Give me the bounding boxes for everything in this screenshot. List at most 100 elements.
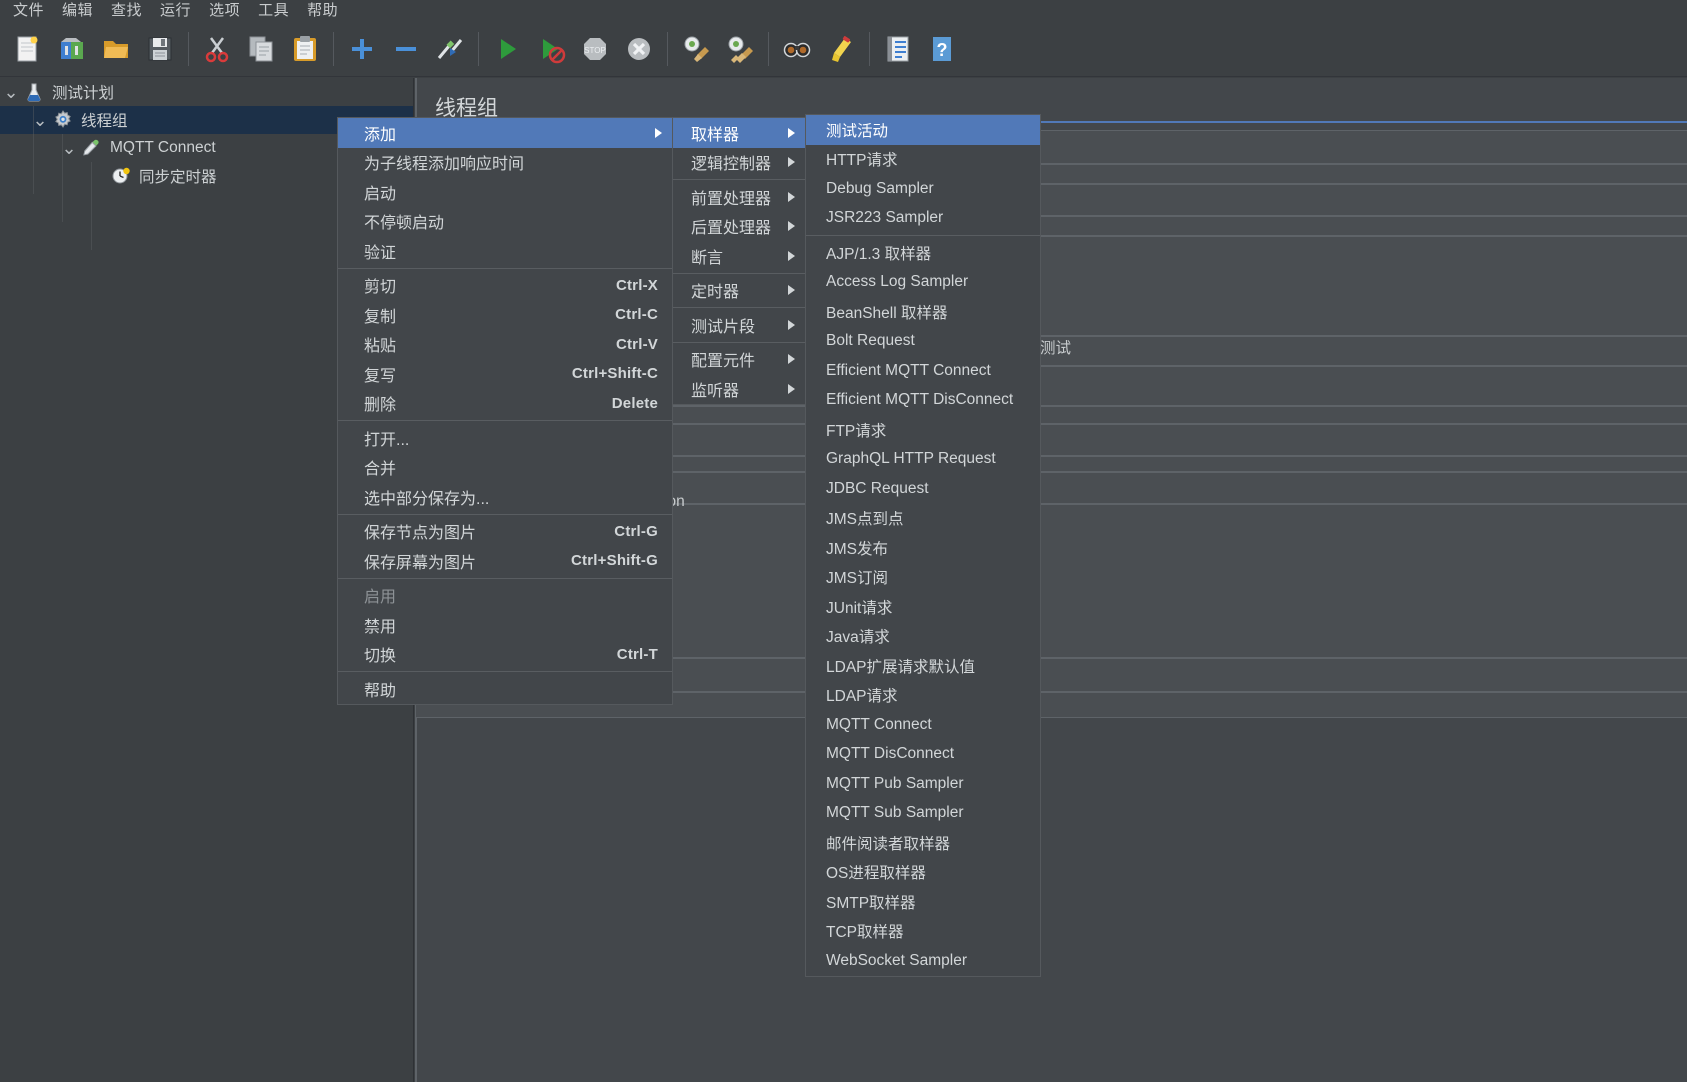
menu-item-label: 不停顿启动 [364, 215, 445, 233]
menu-item-post-processor[interactable]: 后置处理器 [673, 212, 805, 242]
search-icon[interactable] [775, 27, 819, 71]
menu-item-efficient-mqtt-disconnect[interactable]: Efficient MQTT DisConnect [806, 386, 1040, 416]
menubar-item-run[interactable]: 运行 [151, 0, 200, 22]
templates-icon[interactable] [50, 27, 94, 71]
menu-item-start[interactable]: 启动 [338, 177, 672, 207]
menu-item-label: HTTP请求 [826, 152, 898, 170]
menu-item-mqtt-sub-sampler[interactable]: MQTT Sub Sampler [806, 799, 1040, 829]
tree-context-menu[interactable]: 添加为子线程添加响应时间启动不停顿启动验证剪切 Ctrl-X 复制 Ctrl-C 粘贴 C… [337, 117, 673, 705]
menu-item-ldap-ext-request-defaults[interactable]: LDAP扩展请求默认值 [806, 651, 1040, 681]
menu-item-start-no-pauses[interactable]: 不停顿启动 [338, 207, 672, 237]
menu-item-enable[interactable]: 启用 [338, 581, 672, 611]
add-submenu[interactable]: 取样器逻辑控制器前置处理器 后置处理器断言定时器测试片段配置元件 监听器 [672, 117, 806, 405]
menu-item-debug-sampler[interactable]: Debug Sampler [806, 174, 1040, 204]
menu-item-jms-publisher[interactable]: JMS发布 [806, 533, 1040, 563]
chevron-down-icon[interactable]: ⌄ [0, 83, 22, 101]
menu-item-toggle[interactable]: 切换 Ctrl-T [338, 640, 672, 670]
menu-item-add-think-times[interactable]: 为子线程添加响应时间 [338, 148, 672, 178]
toolbar-separator [188, 32, 189, 66]
menu-item-paste[interactable]: 粘贴 Ctrl-V [338, 330, 672, 360]
svg-text:STOP: STOP [584, 46, 606, 55]
menu-item-http-request[interactable]: HTTP请求 [806, 145, 1040, 175]
expand-all-icon[interactable] [340, 27, 384, 71]
menu-item-test-action[interactable]: 测试活动 [806, 115, 1040, 145]
menu-item-mqtt-connect[interactable]: MQTT Connect [806, 710, 1040, 740]
menu-item-merge[interactable]: 合并 [338, 453, 672, 483]
menu-item-remove[interactable]: 删除 Delete [338, 389, 672, 419]
menu-item-assertion[interactable]: 断言 [673, 241, 805, 271]
menu-item-websocket-sampler[interactable]: WebSocket Sampler [806, 946, 1040, 976]
function-helper-icon[interactable] [876, 27, 920, 71]
menu-item-label: 断言 [691, 249, 724, 267]
toggle-icon[interactable] [428, 27, 472, 71]
menu-item-java-request[interactable]: Java请求 [806, 622, 1040, 652]
menu-item-tcp-sampler[interactable]: TCP取样器 [806, 917, 1040, 947]
cut-icon[interactable] [195, 27, 239, 71]
open-icon[interactable] [94, 27, 138, 71]
menu-item-logic-controller[interactable]: 逻辑控制器 [673, 148, 805, 178]
menu-item-pre-processor[interactable]: 前置处理器 [673, 182, 805, 212]
collapse-all-icon[interactable] [384, 27, 428, 71]
menubar-item-help[interactable]: 帮助 [298, 0, 347, 22]
menu-item-os-process-sampler[interactable]: OS进程取样器 [806, 858, 1040, 888]
menu-item-ldap-request[interactable]: LDAP请求 [806, 681, 1040, 711]
menu-item-label: Debug Sampler [826, 179, 934, 197]
menubar-item-search[interactable]: 查找 [102, 0, 151, 22]
menu-item-label: Efficient MQTT Connect [826, 361, 991, 379]
menu-item-save-selection-as[interactable]: 选中部分保存为... [338, 482, 672, 512]
menu-item-open[interactable]: 打开... [338, 423, 672, 453]
tree-node-test-plan[interactable]: ⌄ 测试计划 [0, 78, 413, 106]
new-icon[interactable] [6, 27, 50, 71]
menu-item-listener[interactable]: 监听器 [673, 374, 805, 404]
stop-icon[interactable]: STOP [573, 27, 617, 71]
clear-icon[interactable] [674, 27, 718, 71]
menubar-item-tools[interactable]: 工具 [249, 0, 298, 22]
clear-all-icon[interactable] [718, 27, 762, 71]
menubar-item-edit[interactable]: 编辑 [53, 0, 102, 22]
menu-item-help[interactable]: 帮助 [338, 674, 672, 704]
menu-item-jdbc-request[interactable]: JDBC Request [806, 474, 1040, 504]
menu-item-access-log-sampler[interactable]: Access Log Sampler [806, 268, 1040, 298]
menu-item-mqtt-disconnect[interactable]: MQTT DisConnect [806, 740, 1040, 770]
menu-item-ajp-sampler[interactable]: AJP/1.3 取样器 [806, 238, 1040, 268]
menu-item-test-fragment[interactable]: 测试片段 [673, 310, 805, 340]
menu-item-save-screen-as-image[interactable]: 保存屏幕为图片 Ctrl+Shift-G [338, 546, 672, 576]
shutdown-icon[interactable] [617, 27, 661, 71]
menu-item-label: 帮助 [364, 682, 397, 700]
menu-item-jms-subscriber[interactable]: JMS订阅 [806, 563, 1040, 593]
menu-item-ftp-request[interactable]: FTP请求 [806, 415, 1040, 445]
menu-item-config-element[interactable]: 配置元件 [673, 345, 805, 375]
menu-item-mqtt-pub-sampler[interactable]: MQTT Pub Sampler [806, 769, 1040, 799]
copy-icon[interactable] [239, 27, 283, 71]
menu-item-bolt-request[interactable]: Bolt Request [806, 327, 1040, 357]
menu-item-save-node-as-image[interactable]: 保存节点为图片 Ctrl-G [338, 517, 672, 547]
start-icon[interactable] [485, 27, 529, 71]
menu-item-cut[interactable]: 剪切 Ctrl-X [338, 271, 672, 301]
menu-item-shortcut: Ctrl-X [615, 276, 658, 294]
menu-item-smtp-sampler[interactable]: SMTP取样器 [806, 887, 1040, 917]
help-icon[interactable]: ? [920, 27, 964, 71]
menu-item-label: 取样器 [691, 126, 740, 144]
menu-item-junit-request[interactable]: JUnit请求 [806, 592, 1040, 622]
menu-item-efficient-mqtt-connect[interactable]: Efficient MQTT Connect [806, 356, 1040, 386]
sampler-submenu[interactable]: 测试活动 HTTP请求 Debug Sampler JSR223 Sampler AJP… [805, 114, 1041, 977]
menu-item-add[interactable]: 添加 [338, 118, 672, 148]
menubar-item-file[interactable]: 文件 [4, 0, 53, 22]
paste-icon[interactable] [283, 27, 327, 71]
save-icon[interactable] [138, 27, 182, 71]
menu-item-mail-reader-sampler[interactable]: 邮件阅读者取样器 [806, 828, 1040, 858]
reset-search-icon[interactable] [819, 27, 863, 71]
menu-item-sampler[interactable]: 取样器 [673, 118, 805, 148]
menu-item-jsr223-sampler[interactable]: JSR223 Sampler [806, 204, 1040, 234]
menu-item-validate[interactable]: 验证 [338, 236, 672, 266]
menu-item-copy[interactable]: 复制 Ctrl-C [338, 300, 672, 330]
menu-item-label: 为子线程添加响应时间 [364, 156, 525, 174]
menu-item-disable[interactable]: 禁用 [338, 610, 672, 640]
menubar-item-options[interactable]: 选项 [200, 0, 249, 22]
menu-item-jms-point-to-point[interactable]: JMS点到点 [806, 504, 1040, 534]
menu-item-timer[interactable]: 定时器 [673, 276, 805, 306]
menu-item-graphql-http-request[interactable]: GraphQL HTTP Request [806, 445, 1040, 475]
menu-item-duplicate[interactable]: 复写 Ctrl+Shift-C [338, 359, 672, 389]
start-no-pause-icon[interactable] [529, 27, 573, 71]
menu-item-beanshell-sampler[interactable]: BeanShell 取样器 [806, 297, 1040, 327]
